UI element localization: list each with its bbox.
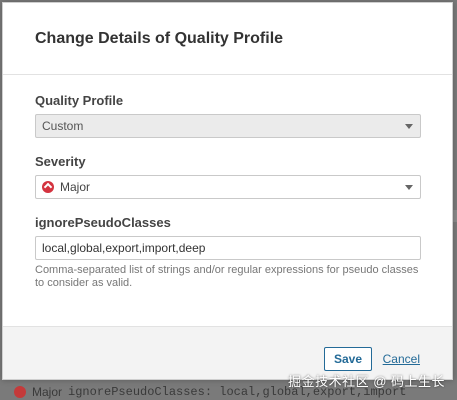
parameter-help-text: Comma-separated list of strings and/or r… <box>35 264 419 289</box>
major-severity-icon <box>42 181 54 193</box>
severity-select[interactable]: Major <box>35 175 421 199</box>
chevron-down-icon <box>405 185 413 190</box>
parameter-field: ignorePseudoClasses Comma-separated list… <box>35 215 421 290</box>
severity-field: Severity Major <box>35 154 421 199</box>
change-details-dialog: Change Details of Quality Profile Qualit… <box>2 2 453 380</box>
quality-profile-value: Custom <box>42 119 84 133</box>
severity-label: Severity <box>35 154 86 169</box>
watermark: 掘金技术社区 @ 码上生长 <box>288 374 445 389</box>
cancel-link[interactable]: Cancel <box>383 352 420 366</box>
background-severity-text: Major <box>32 385 63 399</box>
quality-profile-label: Quality Profile <box>35 93 124 108</box>
major-severity-icon <box>14 386 26 398</box>
parameter-input[interactable] <box>35 236 421 260</box>
quality-profile-field: Quality Profile Custom <box>35 93 421 138</box>
severity-value: Major <box>60 180 91 194</box>
quality-profile-select[interactable]: Custom <box>35 114 421 138</box>
save-button[interactable]: Save <box>323 347 372 371</box>
parameter-label: ignorePseudoClasses <box>35 215 171 230</box>
dialog-title: Change Details of Quality Profile <box>35 29 284 47</box>
chevron-down-icon <box>405 124 413 129</box>
dialog-body: Quality Profile Custom Severity Major ig… <box>3 75 452 329</box>
dialog-header: Change Details of Quality Profile <box>3 3 452 75</box>
